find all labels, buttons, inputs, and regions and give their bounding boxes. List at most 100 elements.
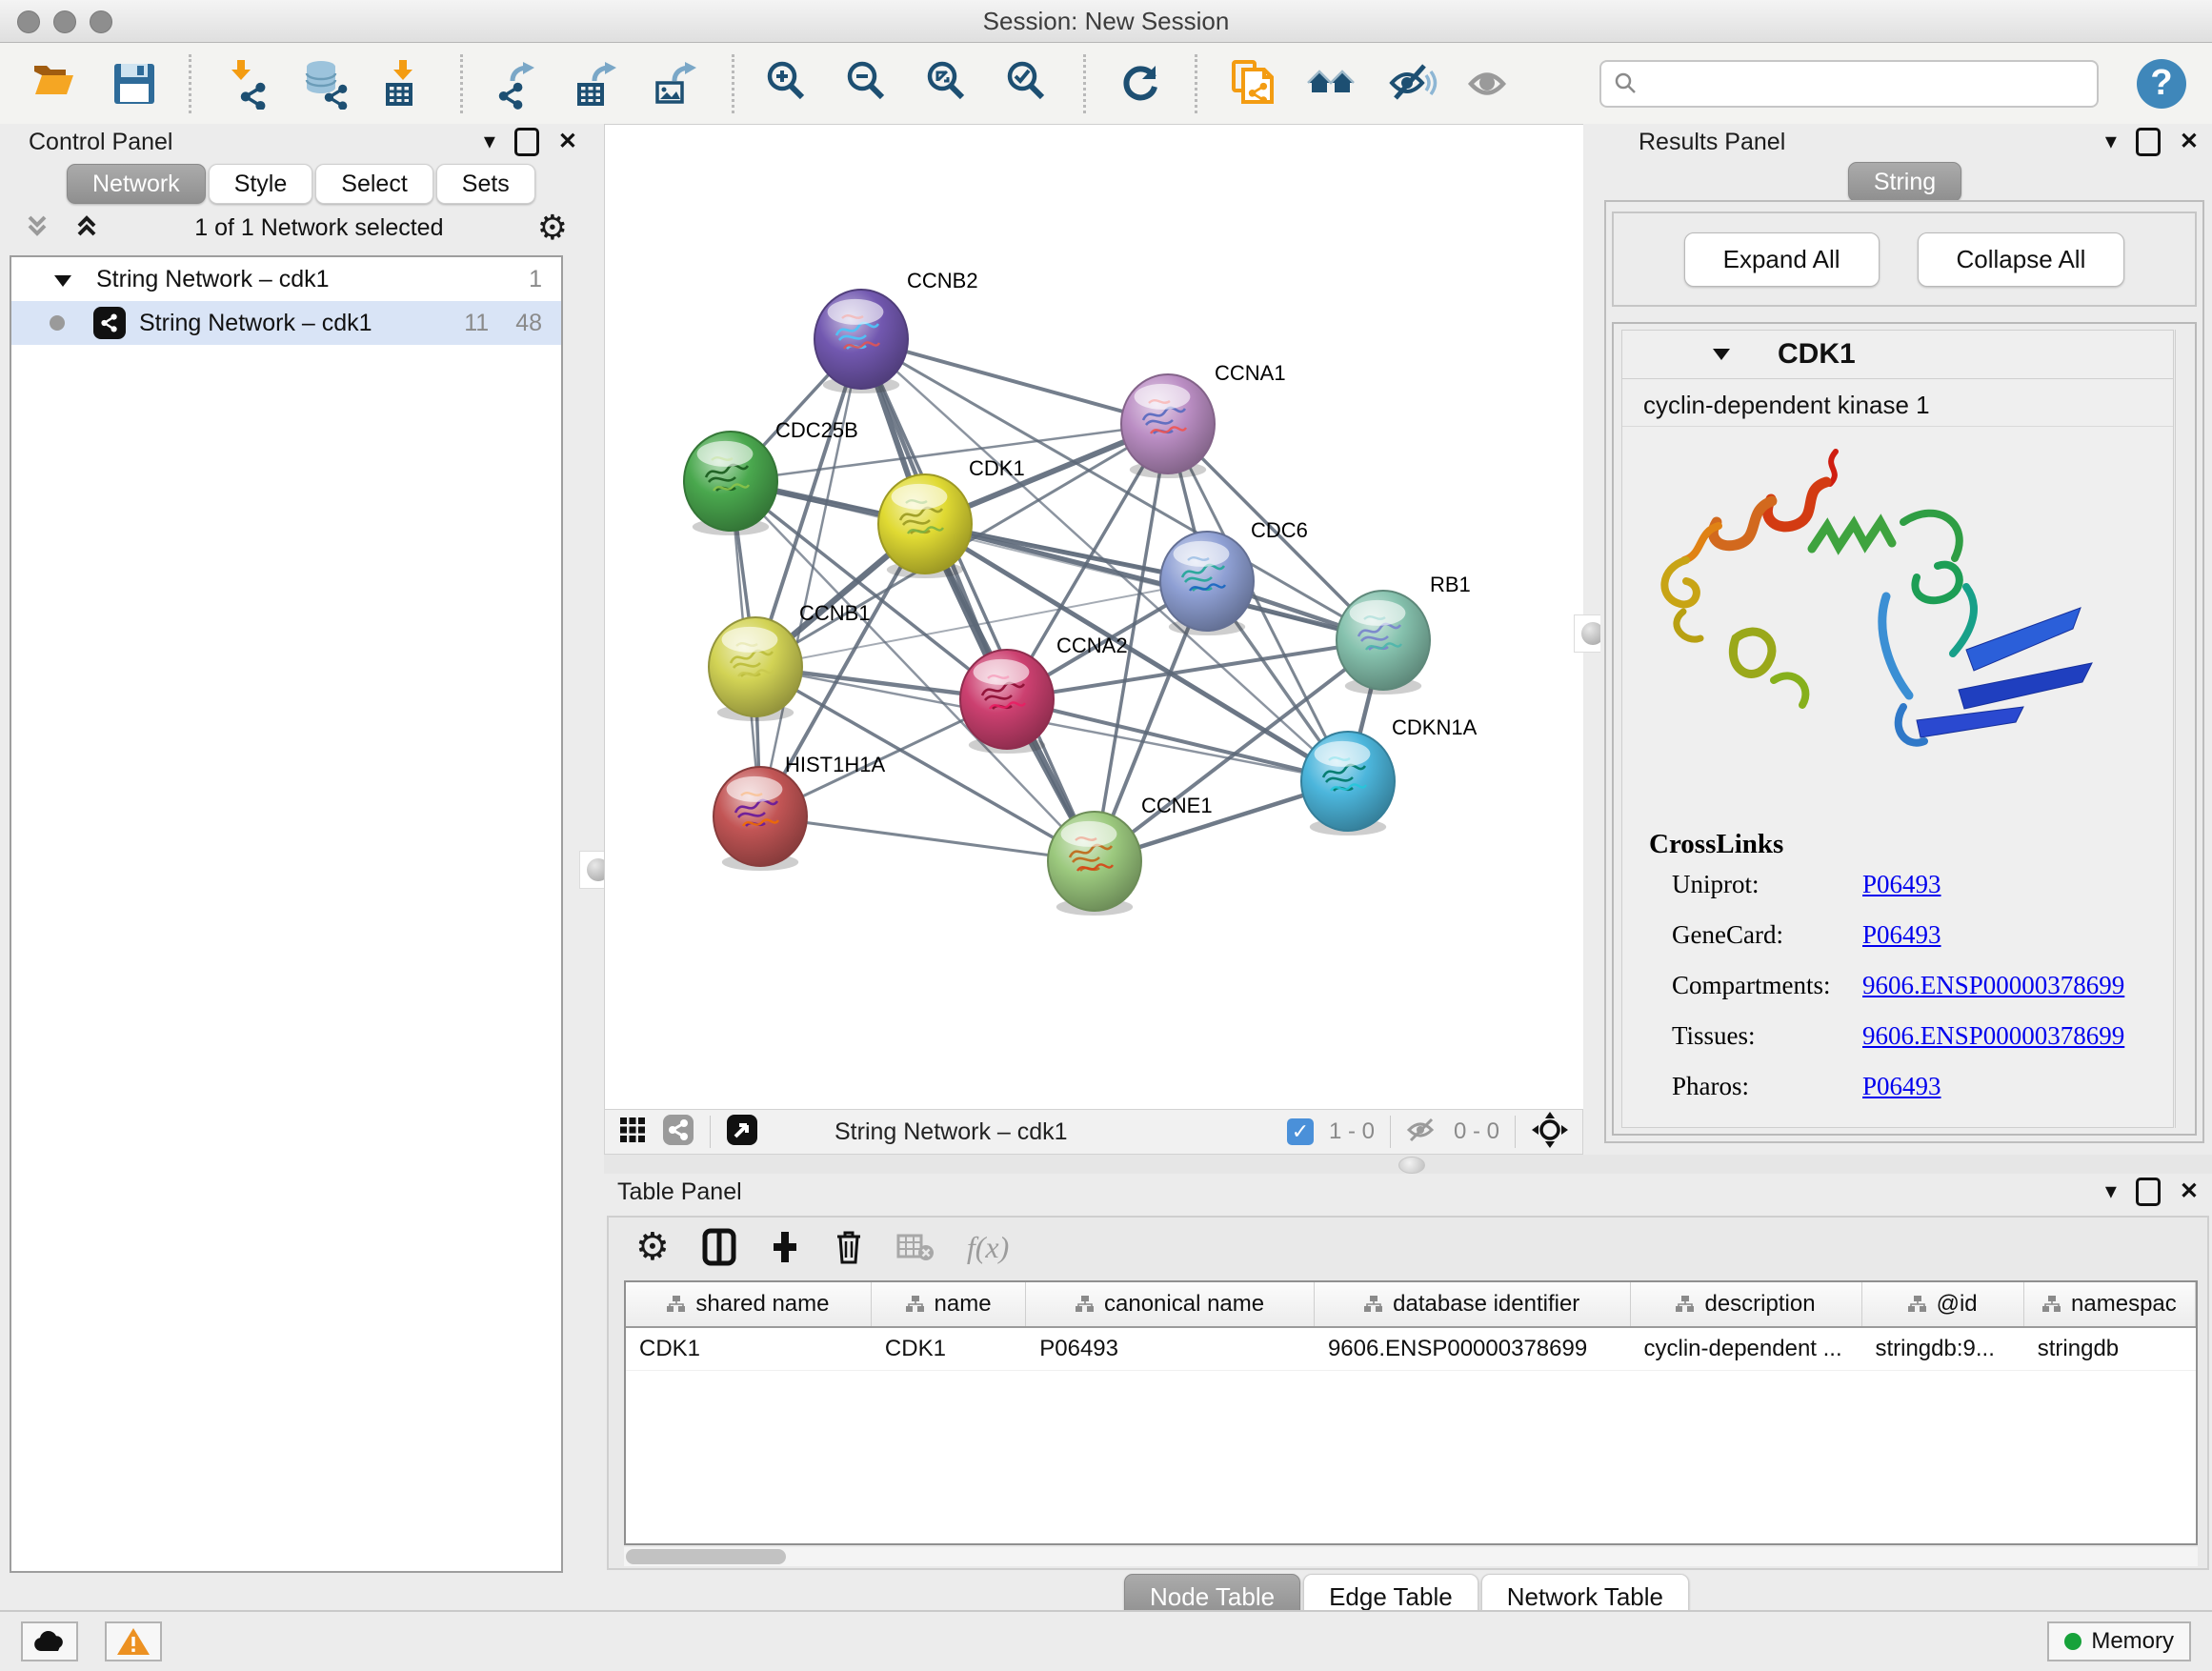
save-session-button[interactable] xyxy=(107,56,162,111)
expand-all-networks-icon[interactable] xyxy=(72,211,101,245)
selected-nodes-checkbox[interactable]: ✓ xyxy=(1287,1118,1314,1145)
zoom-out-button[interactable] xyxy=(841,56,896,111)
show-all-icon xyxy=(1466,58,1518,110)
cloud-status-button[interactable] xyxy=(21,1621,78,1661)
add-column-icon[interactable] xyxy=(769,1228,801,1266)
tab-style[interactable]: Style xyxy=(209,164,313,204)
clone-network-button[interactable] xyxy=(1224,56,1279,111)
tab-sets[interactable]: Sets xyxy=(436,164,535,204)
import-network-database-button[interactable] xyxy=(298,56,353,111)
network-edge[interactable] xyxy=(1007,699,1348,781)
table-panel-menu-icon[interactable]: ▾ xyxy=(2105,1180,2117,1203)
grid-view-icon[interactable] xyxy=(618,1116,647,1149)
show-columns-icon[interactable] xyxy=(702,1228,736,1266)
table-cell[interactable]: cyclin-dependent ... xyxy=(1631,1328,1862,1370)
help-button[interactable]: ? xyxy=(2137,59,2186,109)
delete-column-icon[interactable] xyxy=(834,1228,864,1266)
tab-string[interactable]: String xyxy=(1848,162,1961,202)
crosslink-link[interactable]: P06493 xyxy=(1862,1072,1941,1101)
network-node-cdk1[interactable]: CDK1 xyxy=(878,456,1025,578)
table-hscrollbar[interactable] xyxy=(624,1547,2198,1566)
crosslink-link[interactable]: P06493 xyxy=(1862,920,1941,950)
network-node-ccnb2[interactable]: CCNB2 xyxy=(814,269,978,393)
collapse-all-networks-icon[interactable] xyxy=(23,211,51,245)
zoom-selected-button[interactable] xyxy=(1001,56,1056,111)
gene-header[interactable]: CDK1 xyxy=(1622,331,2173,379)
crosslink-link[interactable]: 9606.ENSP00000378699 xyxy=(1862,971,2124,1000)
network-tree-row[interactable]: String Network – cdk1 1148 xyxy=(11,301,561,345)
network-node-rb1[interactable]: RB1 xyxy=(1337,573,1471,695)
network-node-cdkn1a[interactable]: CDKN1A xyxy=(1301,715,1478,836)
crosslink-row: Compartments:9606.ENSP00000378699 xyxy=(1672,971,2173,1000)
crosslink-link[interactable]: P06493 xyxy=(1862,870,1941,899)
collapse-all-button[interactable]: Collapse All xyxy=(1918,232,2125,287)
horizontal-splitter[interactable] xyxy=(604,1155,2212,1174)
table-panel-float-icon[interactable] xyxy=(2136,1178,2161,1206)
export-image-button[interactable] xyxy=(650,56,705,111)
network-overview-icon[interactable] xyxy=(662,1114,694,1151)
column-header-namespac[interactable]: namespac xyxy=(2024,1282,2196,1326)
table-options-gear-icon[interactable]: ⚙ xyxy=(635,1228,670,1266)
zoom-in-button[interactable] xyxy=(761,56,816,111)
tab-select[interactable]: Select xyxy=(315,164,432,204)
tab-network[interactable]: Network xyxy=(67,164,206,204)
results-panel-menu-icon[interactable]: ▾ xyxy=(2105,131,2117,153)
results-scrollbar[interactable] xyxy=(2175,330,2189,1128)
crosslink-link[interactable]: 9606.ENSP00000378699 xyxy=(1862,1021,2124,1051)
column-type-icon xyxy=(2042,1296,2061,1313)
show-all-button[interactable] xyxy=(1464,56,1519,111)
import-network-file-button[interactable] xyxy=(218,56,273,111)
table-hscrollbar-thumb[interactable] xyxy=(626,1549,786,1564)
column-header-name[interactable]: name xyxy=(872,1282,1026,1326)
table-cell[interactable]: P06493 xyxy=(1026,1328,1315,1370)
memory-button[interactable]: Memory xyxy=(2047,1621,2191,1661)
column-header-description[interactable]: description xyxy=(1631,1282,1862,1326)
column-header-shared-name[interactable]: shared name xyxy=(626,1282,872,1326)
table-cell[interactable]: stringdb:9... xyxy=(1861,1328,2023,1370)
right-splitter[interactable] xyxy=(1583,124,1600,1155)
table-cell[interactable]: CDK1 xyxy=(872,1328,1026,1370)
column-header--id[interactable]: @id xyxy=(1862,1282,2024,1326)
fit-selected-crosshair-icon[interactable] xyxy=(1531,1111,1569,1154)
table-row[interactable]: CDK1CDK1P064939606.ENSP00000378699cyclin… xyxy=(626,1328,2196,1371)
import-table-file-button[interactable] xyxy=(378,56,433,111)
table-panel-close-icon[interactable]: ✕ xyxy=(2180,1180,2199,1203)
table-cell[interactable]: stringdb xyxy=(2024,1328,2196,1370)
open-session-button[interactable] xyxy=(27,56,82,111)
results-panel-float-icon[interactable] xyxy=(2136,128,2161,156)
gene-collapse-icon[interactable] xyxy=(1713,349,1730,360)
export-table-button[interactable] xyxy=(570,56,625,111)
table-cell[interactable]: CDK1 xyxy=(626,1328,872,1370)
network-node-hist1h1a[interactable]: HIST1H1A xyxy=(714,753,885,871)
string-home-button[interactable] xyxy=(1304,56,1359,111)
zoom-fit-content-button[interactable] xyxy=(921,56,976,111)
hide-selected-button[interactable] xyxy=(1384,56,1439,111)
refresh-view-button[interactable] xyxy=(1113,56,1168,111)
network-canvas[interactable]: CCNB2CCNA1CDC25BCDK1CDC6RB1CCNB1CCNA2CDK… xyxy=(604,124,1585,1111)
table-cell[interactable]: 9606.ENSP00000378699 xyxy=(1315,1328,1631,1370)
node-table[interactable]: shared namenamecanonical namedatabase id… xyxy=(624,1280,2198,1545)
network-edge[interactable] xyxy=(760,816,1095,861)
column-header-database-identifier[interactable]: database identifier xyxy=(1315,1282,1631,1326)
control-panel-float-icon[interactable] xyxy=(514,128,539,156)
expand-all-button[interactable]: Expand All xyxy=(1684,232,1880,287)
export-image-icon xyxy=(652,58,703,110)
export-network-button[interactable] xyxy=(490,56,545,111)
network-edge[interactable] xyxy=(760,339,861,816)
horizontal-splitter-handle[interactable] xyxy=(1398,1157,1425,1174)
control-panel-menu-icon[interactable]: ▾ xyxy=(484,131,495,153)
crosslink-label: GeneCard: xyxy=(1672,920,1862,950)
control-panel-close-icon[interactable]: ✕ xyxy=(558,131,577,153)
results-panel-close-icon[interactable]: ✕ xyxy=(2180,131,2199,153)
network-edge[interactable] xyxy=(925,524,1383,640)
warnings-button[interactable] xyxy=(105,1621,162,1661)
tree-expander-icon[interactable] xyxy=(54,266,71,293)
network-edge[interactable] xyxy=(861,339,1095,861)
birdseye-navigator-icon[interactable] xyxy=(726,1114,758,1151)
search-input[interactable] xyxy=(1645,70,2085,98)
column-header-canonical-name[interactable]: canonical name xyxy=(1026,1282,1315,1326)
network-name: String Network – cdk1 xyxy=(139,310,372,337)
left-splitter[interactable] xyxy=(591,124,604,1610)
network-tree-row[interactable]: String Network – cdk1 1 xyxy=(11,257,561,301)
network-options-gear-icon[interactable]: ⚙ xyxy=(537,211,568,245)
